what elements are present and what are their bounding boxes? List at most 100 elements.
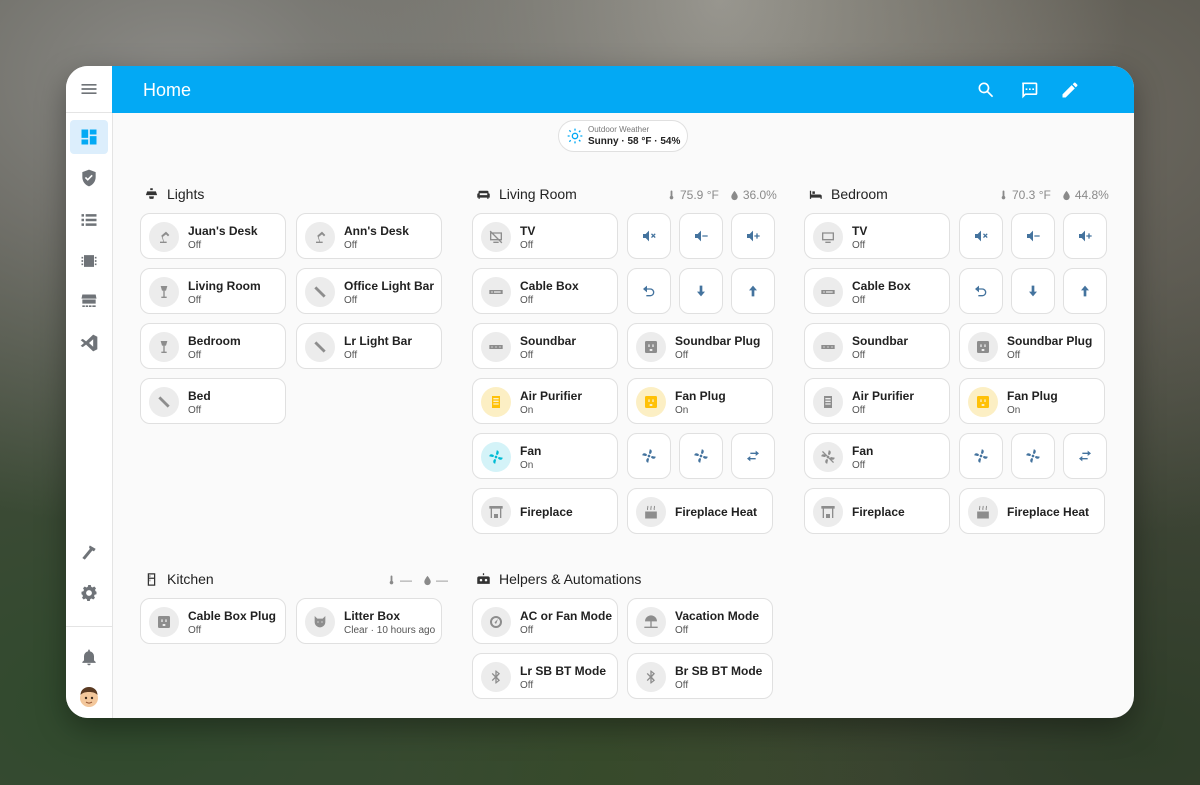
tile-br-fan-plug[interactable]: Fan Plug On bbox=[959, 378, 1105, 424]
volume-minus-icon bbox=[1027, 230, 1040, 242]
avatar[interactable] bbox=[70, 680, 108, 714]
weather-badge[interactable]: Outdoor Weather Sunny · 58 °F · 54% bbox=[558, 120, 688, 152]
tile-bedroom[interactable]: Bedroom Off bbox=[140, 323, 286, 369]
power-socket-icon bbox=[149, 607, 179, 637]
lr-fan-speed-down-button[interactable] bbox=[627, 433, 671, 479]
br-back-button[interactable] bbox=[959, 268, 1003, 314]
tile-br-tv[interactable]: TV Off bbox=[804, 213, 950, 259]
tile-br-soundbar[interactable]: Soundbar Off bbox=[804, 323, 950, 369]
tile-lr-fan-plug[interactable]: Fan Plug On bbox=[627, 378, 773, 424]
tile-living-room[interactable]: Living Room Off bbox=[140, 268, 286, 314]
top-app-bar: Home bbox=[112, 66, 1134, 113]
tile-state: Clear · 10 hours ago bbox=[344, 625, 436, 636]
gear-icon[interactable] bbox=[70, 576, 108, 610]
tile-name: TV bbox=[852, 224, 868, 238]
tile-state: Off bbox=[675, 625, 689, 636]
tile-name: Bed bbox=[188, 389, 211, 403]
fan-speed-up-icon bbox=[694, 449, 708, 463]
light-bar-icon bbox=[305, 332, 335, 362]
tile-state: On bbox=[520, 405, 534, 416]
tile-office-light-bar[interactable]: Office Light Bar Off bbox=[296, 268, 442, 314]
tile-lr-light-bar[interactable]: Lr Light Bar Off bbox=[296, 323, 442, 369]
shield-icon[interactable] bbox=[70, 161, 108, 195]
lr-fan-oscillate-button[interactable] bbox=[731, 433, 775, 479]
chip-icon[interactable] bbox=[70, 244, 108, 278]
tile-br-cable-box[interactable]: Cable Box Off bbox=[804, 268, 950, 314]
tile-lr-fan[interactable]: Fan On bbox=[472, 433, 618, 479]
tile-lr-tv[interactable]: TV Off bbox=[472, 213, 618, 259]
lr-fan-speed-up-button[interactable] bbox=[679, 433, 723, 479]
lr-up-button[interactable] bbox=[731, 268, 775, 314]
vscode-icon[interactable] bbox=[70, 326, 108, 360]
beach-icon bbox=[636, 607, 666, 637]
tile-state: Off bbox=[188, 405, 202, 416]
tile-br-fireplace-heat[interactable]: Fireplace Heat bbox=[959, 488, 1105, 534]
tile-br-sb-bt-mode[interactable]: Br SB BT Mode Off bbox=[627, 653, 773, 699]
fan-icon bbox=[481, 442, 511, 472]
tile-cable-box-plug[interactable]: Cable Box Plug Off bbox=[140, 598, 286, 644]
search-icon[interactable] bbox=[974, 78, 998, 102]
list-icon[interactable] bbox=[70, 203, 108, 237]
lr-down-button[interactable] bbox=[679, 268, 723, 314]
arrow-down-icon bbox=[697, 285, 705, 297]
tile-state: Off bbox=[188, 350, 202, 361]
tile-br-air-purifier[interactable]: Air Purifier Off bbox=[804, 378, 950, 424]
br-volume-down-button[interactable] bbox=[1011, 213, 1055, 259]
tile-anns-desk[interactable]: Ann's Desk Off bbox=[296, 213, 442, 259]
br-up-button[interactable] bbox=[1063, 268, 1107, 314]
section-title-helpers: Helpers & Automations bbox=[476, 571, 641, 587]
tile-br-fan[interactable]: Fan Off bbox=[804, 433, 950, 479]
bell-icon[interactable] bbox=[70, 640, 108, 674]
tile-lr-fireplace[interactable]: Fireplace bbox=[472, 488, 618, 534]
br-down-button[interactable] bbox=[1011, 268, 1055, 314]
tile-lr-sb-bt-mode[interactable]: Lr SB BT Mode Off bbox=[472, 653, 618, 699]
br-fan-oscillate-button[interactable] bbox=[1063, 433, 1107, 479]
tile-juans-desk[interactable]: Juan's Desk Off bbox=[140, 213, 286, 259]
swap-horizontal-icon bbox=[747, 450, 759, 462]
assist-icon[interactable] bbox=[1017, 78, 1041, 102]
tile-name: Fireplace bbox=[520, 505, 573, 519]
pencil-icon[interactable] bbox=[1058, 78, 1082, 102]
fan-speed-up-icon bbox=[1026, 449, 1040, 463]
floor-lamp-icon bbox=[149, 332, 179, 362]
thermometer-icon bbox=[1001, 189, 1006, 199]
tile-br-soundbar-plug[interactable]: Soundbar Plug Off bbox=[959, 323, 1105, 369]
tile-lr-soundbar[interactable]: Soundbar Off bbox=[472, 323, 618, 369]
lr-volume-down-button[interactable] bbox=[679, 213, 723, 259]
tile-lr-fireplace-heat[interactable]: Fireplace Heat bbox=[627, 488, 773, 534]
tile-br-fireplace[interactable]: Fireplace bbox=[804, 488, 950, 534]
tile-name: Soundbar bbox=[852, 334, 908, 348]
tile-bed[interactable]: Bed Off bbox=[140, 378, 286, 424]
menu-icon[interactable] bbox=[70, 72, 108, 106]
tile-lr-cable-box[interactable]: Cable Box Off bbox=[472, 268, 618, 314]
br-volume-up-button[interactable] bbox=[1063, 213, 1107, 259]
lr-volume-mute-button[interactable] bbox=[627, 213, 671, 259]
tile-state: Off bbox=[344, 240, 358, 251]
water-drop-icon bbox=[1063, 190, 1070, 200]
swap-horizontal-icon bbox=[1079, 450, 1091, 462]
dashboard-icon[interactable] bbox=[70, 120, 108, 154]
humidity-value: — bbox=[436, 573, 448, 587]
tile-ac-or-fan-mode[interactable]: AC or Fan Mode Off bbox=[472, 598, 618, 644]
tile-name: Fan bbox=[852, 444, 874, 458]
tile-lr-soundbar-plug[interactable]: Soundbar Plug Off bbox=[627, 323, 773, 369]
soundbar-icon bbox=[813, 332, 843, 362]
volume-mute-icon bbox=[975, 230, 988, 242]
power-socket-icon bbox=[636, 332, 666, 362]
tile-name: Cable Box Plug bbox=[188, 609, 277, 623]
tile-name: Fireplace bbox=[852, 505, 905, 519]
bluetooth-icon bbox=[636, 662, 666, 692]
fireplace-icon bbox=[481, 497, 511, 527]
tile-state: Off bbox=[852, 405, 866, 416]
tile-lr-air-purifier[interactable]: Air Purifier On bbox=[472, 378, 618, 424]
lr-volume-up-button[interactable] bbox=[731, 213, 775, 259]
lr-back-button[interactable] bbox=[627, 268, 671, 314]
br-volume-mute-button[interactable] bbox=[959, 213, 1003, 259]
tile-vacation-mode[interactable]: Vacation Mode Off bbox=[627, 598, 773, 644]
hammer-icon[interactable] bbox=[70, 536, 108, 570]
hacs-store-icon[interactable] bbox=[70, 285, 108, 319]
br-fan-speed-down-button[interactable] bbox=[959, 433, 1003, 479]
tile-litter-box[interactable]: Litter Box Clear · 10 hours ago bbox=[296, 598, 442, 644]
br-fan-speed-up-button[interactable] bbox=[1011, 433, 1055, 479]
tile-name: Bedroom bbox=[188, 334, 241, 348]
